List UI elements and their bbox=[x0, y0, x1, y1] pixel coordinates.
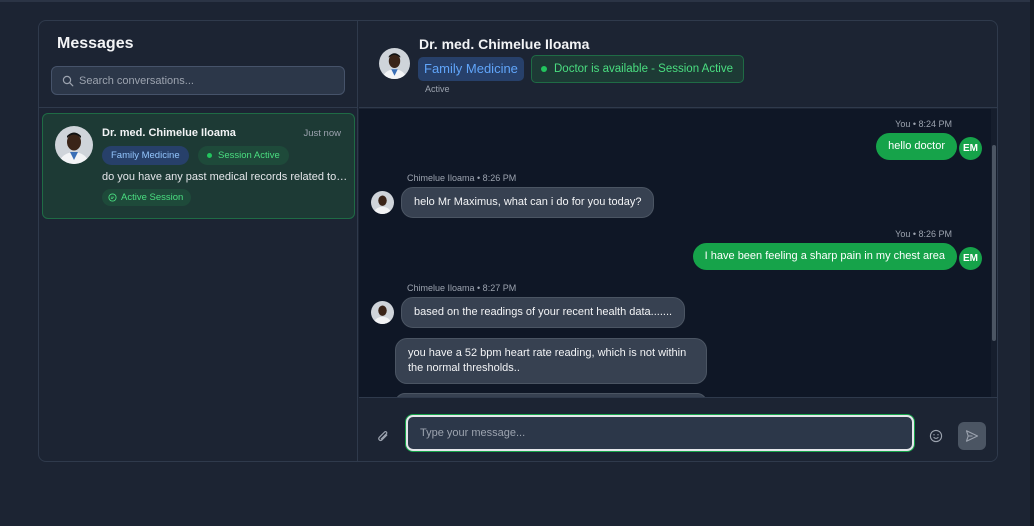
conversation-item[interactable]: Dr. med. Chimelue Iloama Just now Family… bbox=[42, 113, 355, 219]
active-session-badge: Active Session bbox=[102, 189, 192, 206]
paperclip-icon[interactable] bbox=[376, 429, 391, 444]
scrollbar-thumb[interactable] bbox=[992, 145, 996, 341]
specialty-badge: Family Medicine bbox=[418, 57, 524, 81]
active-session-label: Active Session bbox=[121, 192, 184, 203]
message-meta: You • 8:24 PM bbox=[895, 119, 952, 129]
message-bubble-incoming: you have a 52 bpm heart rate reading, wh… bbox=[395, 338, 707, 384]
message-list: You • 8:24 PM hello doctor EM Chimelue I… bbox=[359, 109, 997, 397]
send-icon bbox=[965, 430, 979, 442]
send-button[interactable] bbox=[958, 422, 986, 450]
search-icon bbox=[62, 75, 74, 87]
conversation-time: Just now bbox=[303, 128, 342, 139]
conversations-sidebar: Messages Dr. med. Chimelue Iloama bbox=[39, 21, 358, 461]
chat-area: Dr. med. Chimelue Iloama Family Medicine… bbox=[359, 21, 997, 461]
message-circle-icon bbox=[108, 193, 117, 202]
status-dot-icon bbox=[207, 153, 212, 158]
message-meta: Chimelue Iloama • 8:26 PM bbox=[407, 173, 517, 183]
chat-header-name: Dr. med. Chimelue Iloama bbox=[419, 36, 590, 52]
message-composer bbox=[359, 397, 997, 461]
availability-label: Doctor is available - Session Active bbox=[554, 63, 733, 75]
window-edge bbox=[1030, 0, 1034, 526]
message-scrollbar[interactable] bbox=[991, 109, 997, 397]
messages-panel: Messages Dr. med. Chimelue Iloama bbox=[38, 20, 998, 462]
doctor-avatar bbox=[371, 191, 394, 214]
session-status-label: Session Active bbox=[218, 150, 280, 161]
doctor-avatar bbox=[55, 126, 93, 164]
conversation-name: Dr. med. Chimelue Iloama bbox=[102, 127, 236, 139]
availability-badge: Doctor is available - Session Active bbox=[531, 55, 744, 83]
top-border bbox=[0, 0, 1034, 2]
doctor-avatar bbox=[371, 301, 394, 324]
specialty-badge: Family Medicine bbox=[102, 146, 189, 165]
sidebar-title: Messages bbox=[57, 35, 134, 52]
presence-status: Active bbox=[425, 84, 450, 94]
message-bubble-incoming: helo Mr Maximus, what can i do for you t… bbox=[401, 187, 655, 218]
message-meta: Chimelue Iloama • 8:27 PM bbox=[407, 283, 517, 293]
search-box[interactable] bbox=[51, 66, 345, 95]
user-avatar: EM bbox=[959, 247, 982, 270]
divider bbox=[39, 107, 358, 108]
doctor-avatar bbox=[379, 48, 410, 79]
user-avatar: EM bbox=[959, 137, 982, 160]
message-bubble-outgoing: I have been feeling a sharp pain in my c… bbox=[692, 243, 957, 270]
smile-icon[interactable] bbox=[929, 429, 943, 443]
message-bubble-outgoing: hello doctor bbox=[876, 133, 957, 160]
message-meta: You • 8:26 PM bbox=[895, 229, 952, 239]
status-dot-icon bbox=[541, 66, 547, 72]
conversation-preview: do you have any past medical records rel… bbox=[102, 171, 348, 183]
chat-header: Dr. med. Chimelue Iloama Family Medicine… bbox=[359, 21, 997, 108]
message-bubble-incoming: based on the readings of your recent hea… bbox=[401, 297, 686, 328]
search-input[interactable] bbox=[79, 67, 339, 94]
session-status-badge: Session Active bbox=[198, 146, 289, 165]
message-input[interactable] bbox=[406, 415, 914, 451]
